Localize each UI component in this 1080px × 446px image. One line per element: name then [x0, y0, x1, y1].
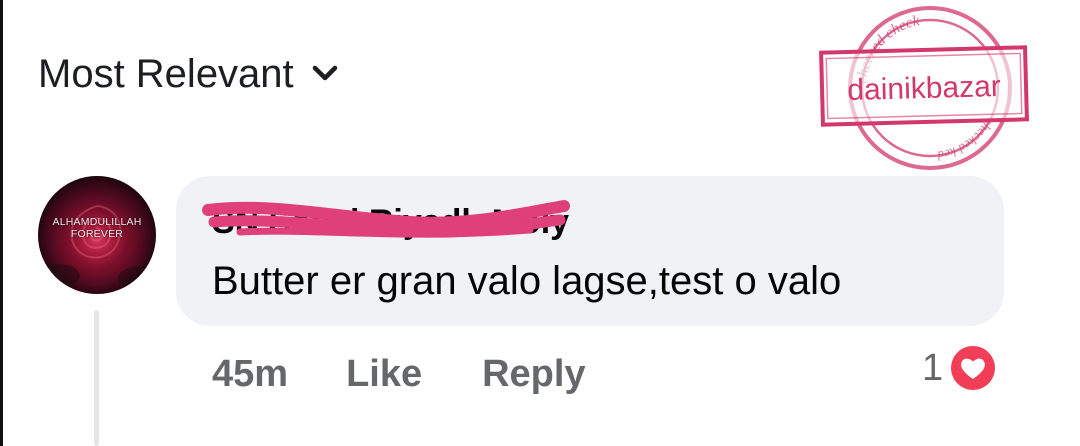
- like-button[interactable]: Like: [346, 353, 422, 396]
- sort-dropdown[interactable]: Most Relevant: [38, 48, 338, 100]
- sort-label: Most Relevant: [38, 52, 294, 96]
- avatar-caption: ALHAMDULILLAH FOREVER: [52, 216, 142, 240]
- watermark-stamp: checked check checked ked dainikbazar: [818, 2, 1030, 170]
- reply-button[interactable]: Reply: [482, 353, 585, 396]
- reaction-count: 1: [922, 346, 944, 389]
- comment-actions: 45m Like Reply: [212, 350, 646, 398]
- reply-thread-line: [94, 310, 99, 446]
- redaction-scribble: [202, 200, 570, 238]
- watermark-brand: dainikbazar: [847, 70, 1001, 107]
- comment-text: Butter er gran valo lagse,test o valo: [212, 259, 842, 303]
- avatar[interactable]: ALHAMDULILLAH FOREVER: [38, 176, 156, 294]
- comment-timestamp[interactable]: 45m: [212, 353, 288, 396]
- reaction-summary[interactable]: 1: [922, 344, 997, 392]
- chevron-down-icon: [312, 65, 337, 81]
- heart-icon: [951, 346, 996, 390]
- window-left-border: [0, 0, 3, 446]
